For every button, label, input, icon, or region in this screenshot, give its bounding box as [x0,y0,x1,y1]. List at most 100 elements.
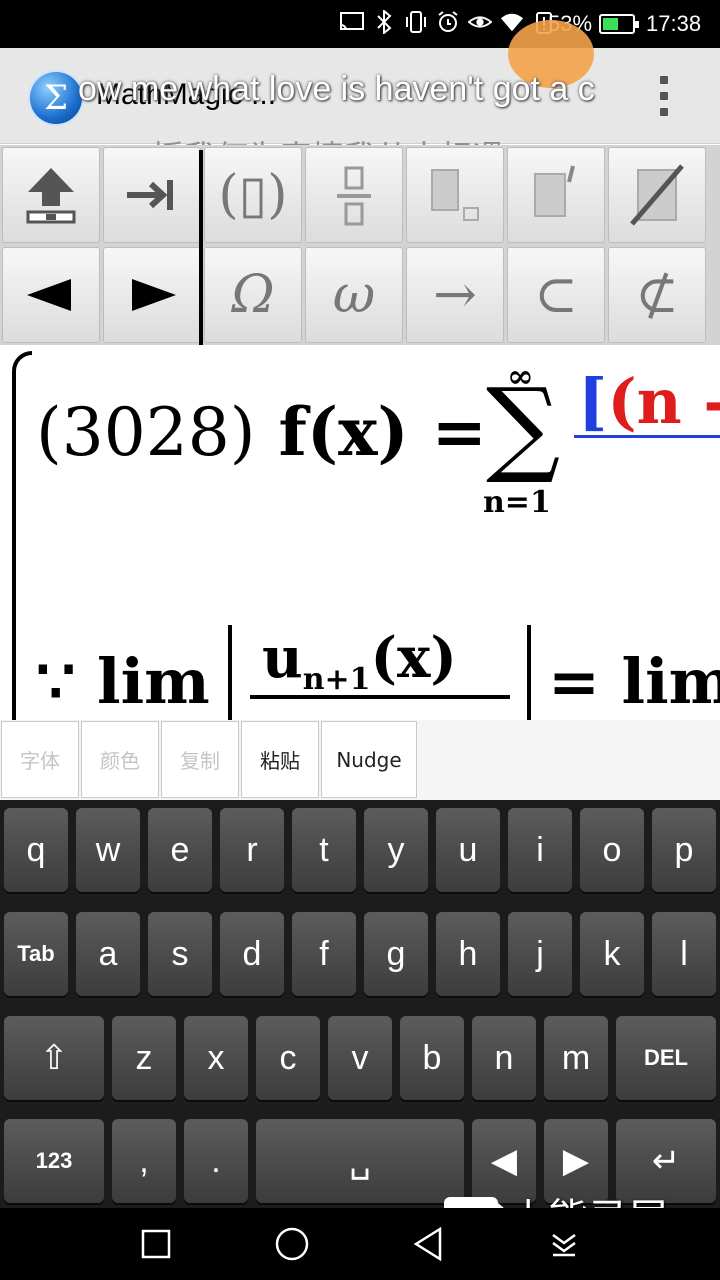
back-triangle-icon[interactable] [406,1222,450,1266]
font-label: 字体 [20,749,60,773]
left-brace [12,351,32,720]
key-space[interactable]: ␣ [256,1119,464,1203]
prime-icon [534,165,575,217]
key-e[interactable]: e [148,808,212,892]
shift-up-button[interactable] [2,147,100,243]
key-a[interactable]: a [76,912,140,996]
key-enter-label: ↵ [651,1142,681,1180]
key-p[interactable]: p [652,808,716,892]
nudge-button[interactable]: Nudge [321,721,417,798]
fraction-button[interactable] [305,147,403,243]
key-n[interactable]: n [472,1016,536,1100]
key-w[interactable]: w [76,808,140,892]
key-l-label: l [680,934,688,973]
alarm-icon [436,10,460,34]
recents-square-icon[interactable] [134,1222,178,1266]
key-comma[interactable]: , [112,1119,176,1203]
copy-button[interactable]: 复制 [161,721,239,798]
paste-button[interactable]: 粘贴 [241,721,319,798]
key-shift[interactable]: ⇧ [4,1016,104,1100]
copy-label: 复制 [180,749,220,773]
key-123[interactable]: 123 [4,1119,104,1203]
key-o[interactable]: o [580,808,644,892]
key-q[interactable]: q [4,808,68,892]
notification-down-icon[interactable] [542,1222,586,1266]
key-v[interactable]: v [328,1016,392,1100]
sigma-symbol: ∑ [486,365,561,487]
omega-lower-button[interactable]: ω [305,247,403,343]
key-period[interactable]: . [184,1119,248,1203]
key-y[interactable]: y [364,808,428,892]
tab-arrow-icon [127,180,173,210]
overflow-menu-icon[interactable] [654,72,674,120]
key-l[interactable]: l [652,912,716,996]
strike-button[interactable] [608,147,706,243]
navigation-bar [0,1208,720,1280]
key-v-label: v [351,1038,369,1077]
subset-button[interactable]: ⊂ [507,247,605,343]
key-u-label: u [458,830,478,869]
key-r-label: r [246,830,258,869]
key-h[interactable]: h [436,912,500,996]
key-n-label: n [494,1038,514,1077]
equation-canvas[interactable]: (3028) f(x) = ∞ ∑ n=1 [(n - ∵ lim un+1(x… [0,345,720,720]
sigma-lower-limit: n=1 [483,485,551,520]
key-m[interactable]: m [544,1016,608,1100]
prime-button[interactable] [507,147,605,243]
key-x-label: x [207,1038,225,1077]
key-b[interactable]: b [400,1016,464,1100]
ratio-bar [250,695,510,699]
subset-glyph: ⊂ [534,265,578,325]
app-logo-icon[interactable]: Σ [28,70,84,126]
subscript-button[interactable] [406,147,504,243]
key-z[interactable]: z [112,1016,176,1100]
status-bar: 53% 17:38 [0,0,720,48]
key-c[interactable]: c [256,1016,320,1100]
not-subset-button[interactable]: ⊄ [608,247,706,343]
key-tab[interactable]: Tab [4,912,68,996]
key-q-label: q [26,830,46,869]
key-r[interactable]: r [220,808,284,892]
key-j[interactable]: j [508,912,572,996]
key-g[interactable]: g [364,912,428,996]
key-d-label: d [242,934,262,973]
parentheses-button[interactable]: (▯) [204,147,302,243]
right-triangle-icon [132,279,176,311]
omega-lower-glyph: ω [332,265,376,325]
home-circle-icon[interactable] [270,1222,314,1266]
key-c-label: c [279,1038,297,1077]
key-x[interactable]: x [184,1016,248,1100]
arrow-right-symbol-button[interactable]: → [406,247,504,343]
key-j-label: j [536,934,544,973]
screen: 53% 17:38 Σ MathMagic ... ow me what lov… [0,0,720,1280]
key-u[interactable]: u [436,808,500,892]
ratio-numerator: un+1(x) [262,625,457,697]
key-space-label: ␣ [349,1142,371,1180]
equation-number: (3028) [36,394,256,471]
color-button[interactable]: 颜色 [81,721,159,798]
key-k[interactable]: k [580,912,644,996]
key-t[interactable]: t [292,808,356,892]
right-arrow-button[interactable] [103,247,201,343]
text-cursor [199,150,203,345]
key-delete-label: DEL [644,1045,688,1070]
tab-button[interactable] [103,147,201,243]
key-e-label: e [170,830,190,869]
key-k-label: k [603,934,621,973]
omega-upper-button[interactable]: Ω [204,247,302,343]
key-f[interactable]: f [292,912,356,996]
nudge-label: Nudge [336,747,402,772]
key-delete[interactable]: DEL [616,1016,716,1100]
u-term: u [262,625,303,691]
key-i[interactable]: i [508,808,572,892]
key-b-label: b [422,1038,442,1077]
equation-line-2-prefix: ∵ lim [36,645,210,718]
key-left-label: ◀ [490,1142,518,1180]
left-arrow-button[interactable] [2,247,100,343]
key-s[interactable]: s [148,912,212,996]
u-argument: (x) [370,625,457,691]
shift-up-icon [26,168,76,224]
key-d[interactable]: d [220,912,284,996]
bluetooth-icon [372,10,396,34]
font-button[interactable]: 字体 [1,721,79,798]
